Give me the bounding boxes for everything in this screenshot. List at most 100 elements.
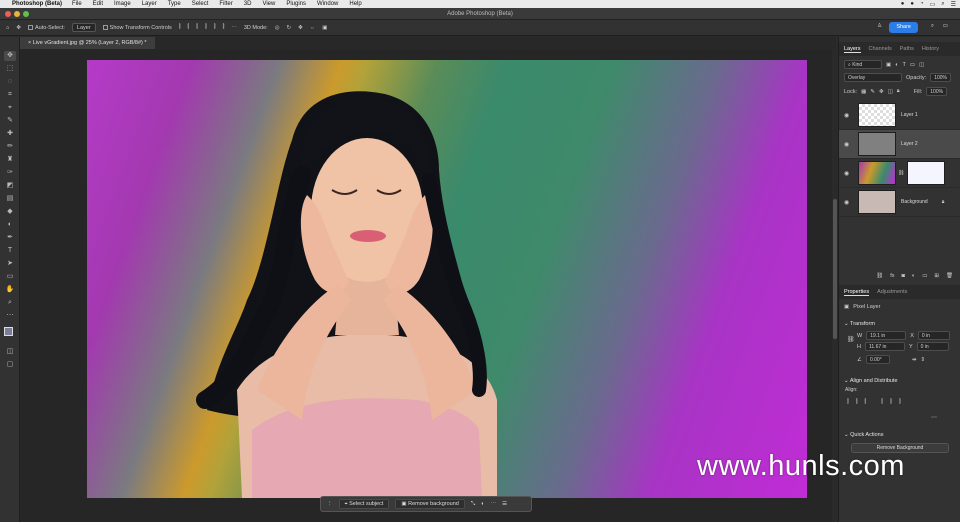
quick-actions-section-title[interactable]: ⌄ Quick Actions [844,432,883,438]
distribute-icon[interactable]: ⋯ [231,25,237,31]
height-input[interactable]: 11.67 in [864,342,905,351]
3d-scale-icon[interactable]: ▣ [322,25,327,31]
align-top-icon[interactable]: ⫿ [205,24,207,31]
filter-smart-icon[interactable]: ◫ [919,62,924,68]
layer-row[interactable]: ◉ Layer 1 [839,101,960,130]
align-bottom-edges-icon[interactable]: ⫿ [899,399,901,406]
pen-tool-icon[interactable]: ✒ [4,233,16,243]
menu-edit[interactable]: Edit [93,1,103,7]
history-brush-icon[interactable]: ✑ [4,168,16,178]
control-center-icon[interactable]: ☰ [951,1,956,8]
more-align-options-icon[interactable]: ⋯ [931,414,937,421]
wifi-icon[interactable]: ◔ [920,1,924,7]
user-icon[interactable]: ♙ [877,23,882,29]
select-subject-button[interactable]: ⌖ Select subject [338,499,390,509]
menu-view[interactable]: View [262,1,275,7]
lock-all-icon[interactable]: 🔒︎ [897,88,900,95]
menu-3d[interactable]: 3D [244,1,252,7]
document-tab[interactable]: × Live vGradient.jpg @ 25% (Layer 2, RGB… [20,37,155,49]
gradient-tool-icon[interactable]: ▤ [4,194,16,204]
layer-row[interactable]: ◉ Background 🔒︎ [839,188,960,217]
eraser-tool-icon[interactable]: ◩ [4,181,16,191]
delete-layer-icon[interactable]: 🗑︎ [946,273,953,279]
adjustment-layer-icon[interactable]: ◐ [912,273,915,279]
drag-handle-icon[interactable]: ⋮ [327,501,333,507]
align-top-edges-icon[interactable]: ⫿ [881,399,883,406]
filter-type-icon[interactable]: T [903,62,906,68]
lock-position-icon[interactable]: ✥ [879,89,884,95]
layer-row[interactable]: ◉ ⛓ [839,159,960,188]
object-select-tool-icon[interactable]: ⌗ [4,90,16,100]
menu-layer[interactable]: Layer [142,1,157,7]
visibility-eye-icon[interactable]: ◉ [844,199,852,206]
opacity-input[interactable]: 100% [930,73,951,82]
blend-mode-dropdown[interactable]: Overlay [844,73,902,82]
fx-icon[interactable]: fx [890,273,894,279]
remove-background-button[interactable]: ▣ Remove background [395,499,465,509]
3d-roll-icon[interactable]: ↻ [287,25,292,31]
tab-properties[interactable]: Properties [844,289,870,296]
3d-orbit-icon[interactable]: ◎ [275,25,280,31]
share-button[interactable]: Share [889,22,918,33]
zoom-tool-icon[interactable]: ⌕ [4,298,16,308]
align-left-edges-icon[interactable]: ⫿ [847,399,849,406]
visibility-eye-icon[interactable]: ◉ [844,112,852,119]
path-select-tool-icon[interactable]: ➤ [4,259,16,269]
group-icon[interactable]: ▭ [922,273,927,279]
tab-paths[interactable]: Paths [900,46,914,52]
menu-help[interactable]: Help [349,1,361,7]
flip-vertical-icon[interactable]: ⇕ [921,357,926,363]
move-tool-icon[interactable]: ✥ [4,51,16,61]
screen-mode-icon[interactable]: ▢ [4,360,16,370]
x-input[interactable]: 0 in [917,331,950,340]
align-center-icon[interactable]: ⫿ [188,24,190,31]
more-tools-icon[interactable]: ⋯ [4,311,16,321]
stamp-tool-icon[interactable]: ♜ [4,155,16,165]
new-layer-icon[interactable]: ⊞ [934,273,939,279]
menu-file[interactable]: File [72,1,82,7]
document-canvas[interactable] [87,60,807,498]
tab-layers[interactable]: Layers [844,46,861,53]
add-mask-icon[interactable]: ◙ [902,273,905,279]
align-left-icon[interactable]: ⫿ [179,24,181,31]
close-window-button[interactable] [5,11,11,17]
blur-tool-icon[interactable]: ◆ [4,207,16,217]
healing-brush-icon[interactable]: ✚ [4,129,16,139]
menu-plugins[interactable]: Plugins [286,1,306,7]
y-input[interactable]: 0 in [916,342,949,351]
workspace-icon[interactable]: ▭ [943,23,948,29]
app-menu[interactable]: Photoshop (Beta) [12,1,62,7]
layer-filter-dropdown[interactable]: ⌕ Kind [844,60,882,69]
angle-input[interactable]: 0.00° [865,355,890,364]
align-vertical-centers-icon[interactable]: ⫿ [890,399,892,406]
filter-adjustment-icon[interactable]: ◐ [895,62,898,68]
layer-row-selected[interactable]: ◉ Layer 2 [839,130,960,159]
link-layers-icon[interactable]: ⛓ [876,273,883,279]
auto-select-checkbox[interactable] [27,24,33,30]
3d-pan-icon[interactable]: ✥ [298,25,303,31]
tab-history[interactable]: History [922,46,939,52]
move-tool-icon[interactable]: ✥ [16,25,21,31]
dodge-tool-icon[interactable]: ◐ [4,220,16,230]
home-icon[interactable]: ⌂ [6,25,9,31]
layer-mask-thumbnail[interactable] [907,161,946,185]
crop-tool-icon[interactable]: ⌖ [4,103,16,113]
zoom-window-button[interactable] [23,11,29,17]
brush-tool-icon[interactable]: ✏ [4,142,16,152]
menu-image[interactable]: Image [114,1,131,7]
shape-tool-icon[interactable]: ▭ [4,272,16,282]
visibility-eye-icon[interactable]: ◉ [844,170,852,177]
width-input[interactable]: 19.1 in [866,331,907,340]
fill-input[interactable]: 100% [926,87,948,96]
marquee-tool-icon[interactable]: ⬚ [4,64,16,74]
status-icon[interactable]: ● [910,1,914,7]
align-section-title[interactable]: ⌄ Align and Distribute [844,378,898,384]
flip-horizontal-icon[interactable]: ⇹ [912,357,917,363]
align-horizontal-centers-icon[interactable]: ⫿ [856,399,858,406]
more-options-icon[interactable]: ⋯ [491,501,497,507]
visibility-eye-icon[interactable]: ◉ [844,141,852,148]
transform-controls-checkbox[interactable] [102,24,108,30]
search-icon[interactable]: ⌕ [941,1,944,8]
3d-slide-icon[interactable]: ⇔ [310,25,316,31]
menu-filter[interactable]: Filter [219,1,232,7]
